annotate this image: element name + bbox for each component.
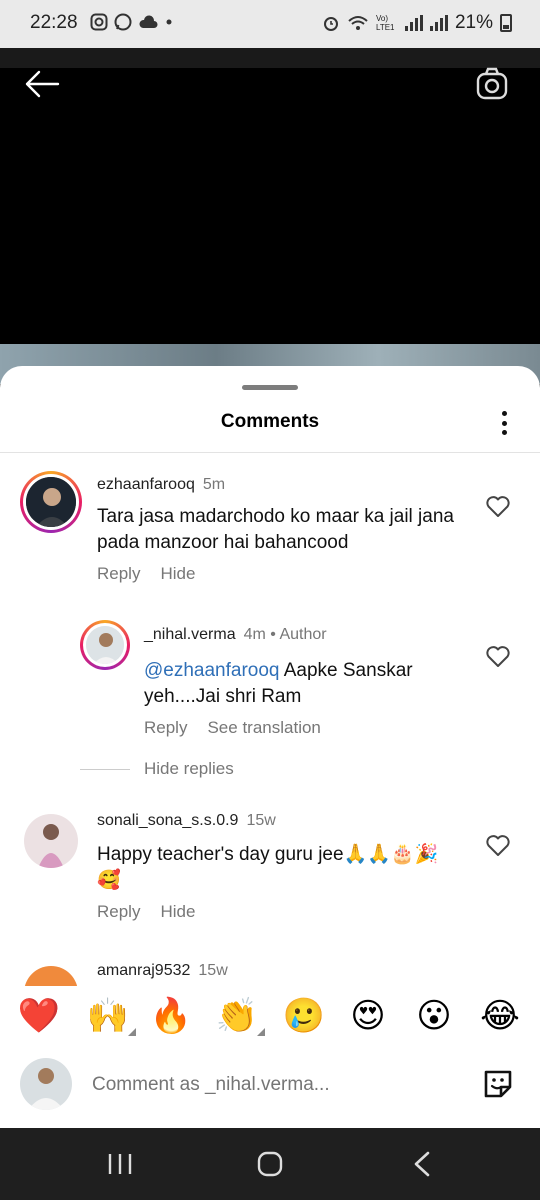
status-time: 22:28 bbox=[30, 12, 78, 33]
sheet-title: Comments bbox=[220, 411, 320, 432]
system-nav-bar bbox=[0, 1128, 540, 1200]
camera-icon[interactable] bbox=[472, 64, 512, 104]
comment-item: amanraj9532 15w bbox=[0, 956, 540, 986]
reply-button[interactable]: Reply bbox=[97, 564, 140, 583]
reaction-laughing[interactable]: 😂 bbox=[478, 994, 522, 1038]
reply-item: _nihal.verma 4m • Author @ezhaanfarooq Aa… bbox=[0, 616, 540, 746]
avatar[interactable] bbox=[80, 620, 130, 670]
like-heart-icon[interactable] bbox=[485, 645, 511, 669]
reaction-raised-hands[interactable]: 🙌 bbox=[86, 994, 136, 1038]
status-bar: 22:28 Vo) LTE1 21% bbox=[0, 0, 540, 48]
wifi-icon bbox=[348, 16, 368, 30]
hide-replies-button[interactable]: Hide replies bbox=[80, 759, 234, 779]
reaction-emoji: 🙌 bbox=[86, 996, 130, 1036]
quick-reactions: ❤️ 🙌 🔥 👏 🥲 😍 😮 😂 bbox=[0, 994, 540, 1046]
reaction-tear-smile[interactable]: 🥲 bbox=[282, 994, 326, 1038]
reaction-heart-eyes[interactable]: 😍 bbox=[346, 994, 390, 1038]
comment-username[interactable]: ezhaanfarooq bbox=[97, 476, 195, 493]
hide-replies-label: Hide replies bbox=[144, 759, 234, 778]
avatar[interactable] bbox=[20, 471, 82, 533]
reply-button[interactable]: Reply bbox=[97, 902, 140, 921]
author-badge: Author bbox=[279, 626, 327, 643]
current-user-avatar bbox=[20, 1058, 72, 1110]
network-label: Vo) LTE1 bbox=[375, 14, 395, 32]
comment-item: sonali_sona_s.s.0.9 15w Happy teacher's d… bbox=[0, 804, 540, 934]
comment-time: 4m bbox=[243, 626, 266, 643]
more-options-icon[interactable] bbox=[494, 408, 514, 438]
separator-dot: • bbox=[270, 626, 276, 643]
signal-2-icon bbox=[429, 15, 448, 31]
reaction-fire[interactable]: 🔥 bbox=[149, 994, 193, 1038]
alarm-icon bbox=[323, 17, 338, 31]
like-heart-icon[interactable] bbox=[485, 834, 511, 858]
reaction-surprised[interactable]: 😮 bbox=[412, 994, 456, 1038]
avatar[interactable] bbox=[24, 966, 78, 986]
video-top-band bbox=[0, 48, 540, 68]
battery-percent: 21% bbox=[454, 12, 493, 33]
mention-link[interactable]: @ezhaanfarooq bbox=[144, 660, 280, 681]
comment-username[interactable]: _nihal.verma bbox=[144, 626, 236, 643]
back-arrow-icon[interactable] bbox=[22, 66, 62, 102]
recent-apps-icon[interactable] bbox=[100, 1148, 140, 1180]
comment-text: Happy teacher's day guru jee🙏🙏🎂🎉🥰 bbox=[97, 844, 439, 891]
comment-text: Tara jasa madarchodo ko maar ka jail jan… bbox=[97, 506, 454, 553]
hide-button[interactable]: Hide bbox=[160, 902, 195, 921]
instagram-icon bbox=[90, 13, 108, 31]
battery-icon bbox=[500, 14, 512, 32]
comment-username[interactable]: sonali_sona_s.s.0.9 bbox=[97, 812, 238, 829]
header-divider bbox=[0, 452, 540, 453]
comment-item: ezhaanfarooq 5m Tara jasa madarchodo ko m… bbox=[0, 466, 540, 596]
reaction-heart[interactable]: ❤️ bbox=[17, 994, 61, 1038]
comment-time: 15w bbox=[198, 962, 228, 979]
reaction-clap[interactable]: 👏 bbox=[215, 994, 265, 1038]
comment-composer bbox=[0, 1056, 540, 1116]
avatar[interactable] bbox=[24, 814, 78, 868]
comment-username[interactable]: amanraj9532 bbox=[97, 962, 190, 979]
sticker-icon[interactable] bbox=[480, 1066, 516, 1102]
see-translation-button[interactable]: See translation bbox=[207, 718, 320, 737]
comment-input[interactable] bbox=[92, 1070, 452, 1100]
like-heart-icon[interactable] bbox=[485, 495, 511, 519]
drag-handle[interactable] bbox=[242, 385, 298, 390]
home-icon[interactable] bbox=[250, 1148, 290, 1180]
signal-icon bbox=[404, 15, 423, 31]
comment-time: 15w bbox=[246, 812, 276, 829]
whatsapp-icon bbox=[114, 13, 132, 31]
comment-text: @ezhaanfarooq Aapke Sanskar yeh....Jai s… bbox=[144, 658, 454, 710]
back-icon[interactable] bbox=[402, 1148, 442, 1180]
comments-sheet: Comments ezhaanfarooq 5m Tara jasa madarc… bbox=[0, 366, 540, 1128]
cloud-icon bbox=[139, 15, 158, 28]
reaction-emoji: 👏 bbox=[215, 996, 259, 1036]
reply-button[interactable]: Reply bbox=[144, 718, 187, 737]
comment-time: 5m bbox=[202, 476, 226, 493]
notification-dot-icon bbox=[166, 19, 172, 25]
video-player[interactable] bbox=[0, 48, 540, 384]
hide-button[interactable]: Hide bbox=[160, 564, 195, 583]
